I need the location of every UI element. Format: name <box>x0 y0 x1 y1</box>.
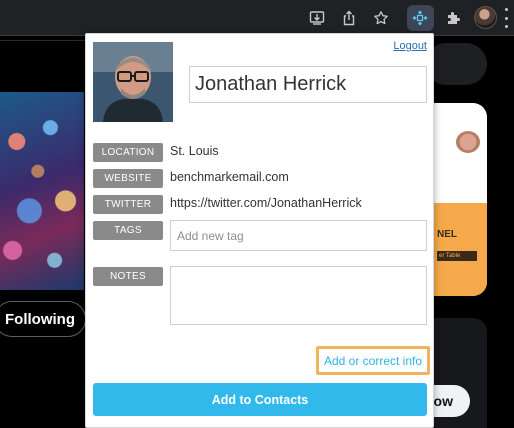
logout-link[interactable]: Logout <box>393 40 427 52</box>
puzzle-extensions-icon[interactable] <box>441 6 465 30</box>
background-divider <box>0 40 85 41</box>
following-button[interactable]: Following <box>0 301 86 337</box>
location-label: LOCATION <box>93 143 163 162</box>
tags-label: TAGS <box>93 221 163 240</box>
website-label: WEBSITE <box>93 169 163 188</box>
add-or-correct-info-link[interactable]: Add or correct info <box>316 346 430 375</box>
twitter-label: TWITTER <box>93 195 163 214</box>
location-value: St. Louis <box>170 144 219 158</box>
install-app-icon[interactable] <box>305 6 329 30</box>
tag-input[interactable]: Add new tag <box>170 220 427 251</box>
background-media-card: NEL er Table <box>434 103 487 296</box>
background-coin-image <box>456 131 480 153</box>
background-banner-image <box>0 92 84 290</box>
background-infographic-text: NEL <box>437 229 457 240</box>
profile-avatar[interactable] <box>474 6 497 29</box>
add-to-contacts-button[interactable]: Add to Contacts <box>93 383 427 416</box>
name-field[interactable]: Jonathan Herrick <box>189 66 427 103</box>
share-icon[interactable] <box>337 6 361 30</box>
background-infographic-image <box>434 203 487 296</box>
background-infographic-subtext: er Table <box>437 251 477 261</box>
screen: Following NEL er Table llow Logout Jonat… <box>0 0 514 428</box>
profile-photo <box>93 42 173 122</box>
twitter-value: https://twitter.com/JonathanHerrick <box>170 196 362 210</box>
bookmark-star-icon[interactable] <box>369 6 393 30</box>
website-value: benchmarkemail.com <box>170 170 289 184</box>
browser-toolbar <box>0 0 514 36</box>
background-search-pill <box>425 43 487 85</box>
notes-textarea[interactable] <box>170 266 427 325</box>
extension-active-icon[interactable] <box>408 6 432 30</box>
more-menu-icon[interactable] <box>503 8 509 28</box>
notes-label: NOTES <box>93 267 163 286</box>
contact-popup: Logout Jonathan Herrick LOCATION St. Lou… <box>85 33 434 428</box>
